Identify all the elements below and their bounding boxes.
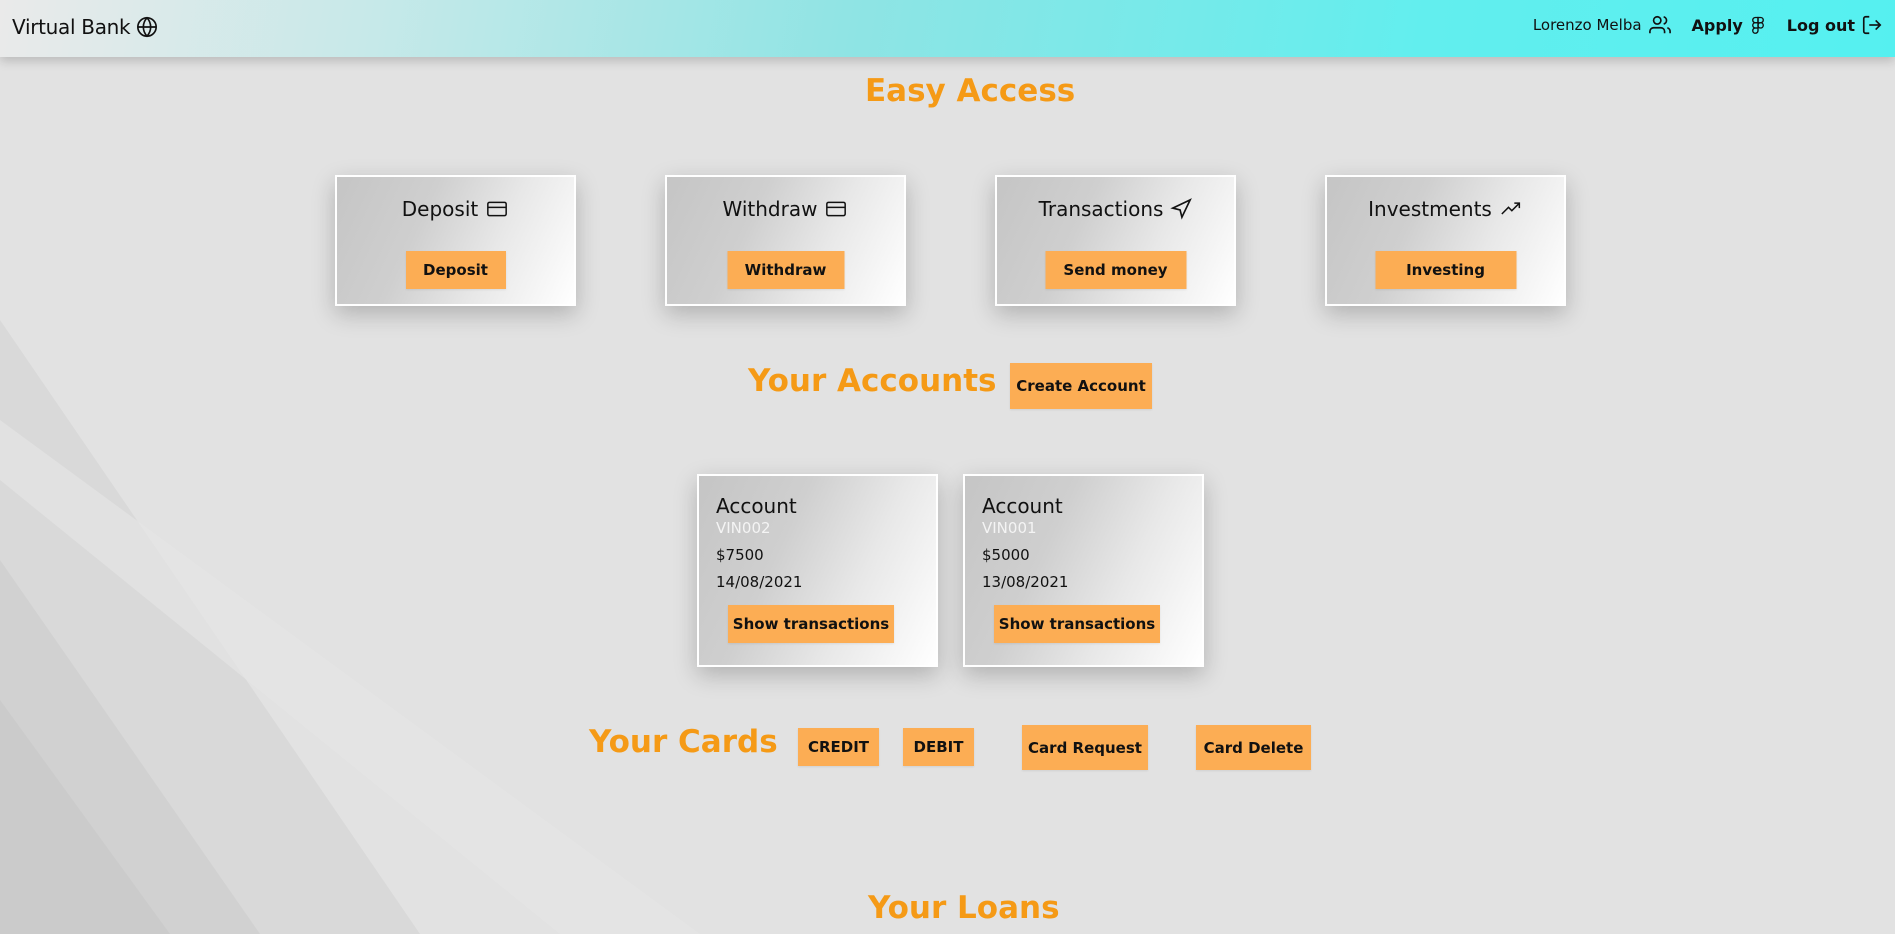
logout-label: Log out — [1786, 15, 1855, 35]
account-title: Account — [982, 494, 1063, 518]
deposit-card: Deposit Deposit — [335, 175, 576, 306]
show-transactions-button[interactable]: Show transactions — [728, 605, 894, 643]
investments-card: Investments Investing — [1325, 175, 1566, 306]
deposit-card-header: Deposit — [337, 197, 574, 221]
users-icon — [1648, 14, 1672, 36]
withdraw-card-title: Withdraw — [722, 197, 818, 221]
account-date: 13/08/2021 — [982, 573, 1069, 591]
accounts-title: Your Accounts — [748, 363, 997, 399]
brand-name: Virtual Bank — [12, 15, 131, 39]
show-transactions-button[interactable]: Show transactions — [994, 605, 1160, 643]
credit-button[interactable]: CREDIT — [798, 728, 879, 766]
trending-up-icon — [1499, 199, 1523, 219]
investments-card-title: Investments — [1368, 197, 1492, 221]
user-profile-link[interactable]: Lorenzo Melba — [1533, 14, 1672, 36]
deposit-button[interactable]: Deposit — [405, 251, 506, 289]
apply-label: Apply — [1691, 15, 1743, 35]
account-title: Account — [716, 494, 797, 518]
account-balance: $7500 — [716, 546, 764, 564]
investments-card-header: Investments — [1327, 197, 1564, 221]
easy-access-title: Easy Access — [865, 73, 1076, 109]
logout-link[interactable]: Log out — [1787, 14, 1883, 36]
card-delete-button[interactable]: Card Delete — [1196, 725, 1311, 770]
debit-button[interactable]: DEBIT — [903, 728, 974, 766]
transactions-card-header: Transactions — [997, 197, 1234, 221]
account-id: VIN001 — [982, 519, 1037, 537]
credit-card-icon — [824, 199, 848, 219]
loans-title: Your Loans — [868, 890, 1060, 926]
transactions-card-title: Transactions — [1038, 197, 1164, 221]
deposit-card-title: Deposit — [401, 197, 479, 221]
apply-link[interactable]: Apply — [1692, 14, 1767, 36]
log-out-icon — [1861, 14, 1883, 36]
user-name: Lorenzo Melba — [1532, 16, 1642, 34]
credit-card-icon — [485, 199, 509, 219]
figma-icon — [1749, 14, 1767, 36]
send-money-button[interactable]: Send money — [1045, 251, 1186, 289]
withdraw-card-header: Withdraw — [667, 197, 904, 221]
account-balance: $5000 — [982, 546, 1030, 564]
investing-button[interactable]: Investing — [1375, 251, 1516, 289]
background-decoration — [0, 320, 700, 934]
withdraw-button[interactable]: Withdraw — [727, 251, 844, 289]
send-icon — [1170, 198, 1193, 220]
account-card: Account VIN001 $5000 13/08/2021 Show tra… — [963, 474, 1204, 667]
nav-right: Lorenzo Melba Apply Log out — [1513, 14, 1883, 36]
create-account-button[interactable]: Create Account — [1010, 363, 1152, 409]
account-card: Account VIN002 $7500 14/08/2021 Show tra… — [697, 474, 938, 667]
transactions-card: Transactions Send money — [995, 175, 1236, 306]
globe-icon — [136, 16, 158, 38]
top-navbar: Virtual Bank Lorenzo Melba Apply Log out — [0, 0, 1895, 57]
account-id: VIN002 — [716, 519, 771, 537]
brand[interactable]: Virtual Bank — [12, 15, 158, 39]
card-request-button[interactable]: Card Request — [1022, 725, 1148, 770]
cards-title: Your Cards — [589, 724, 778, 760]
account-date: 14/08/2021 — [716, 573, 803, 591]
withdraw-card: Withdraw Withdraw — [665, 175, 906, 306]
